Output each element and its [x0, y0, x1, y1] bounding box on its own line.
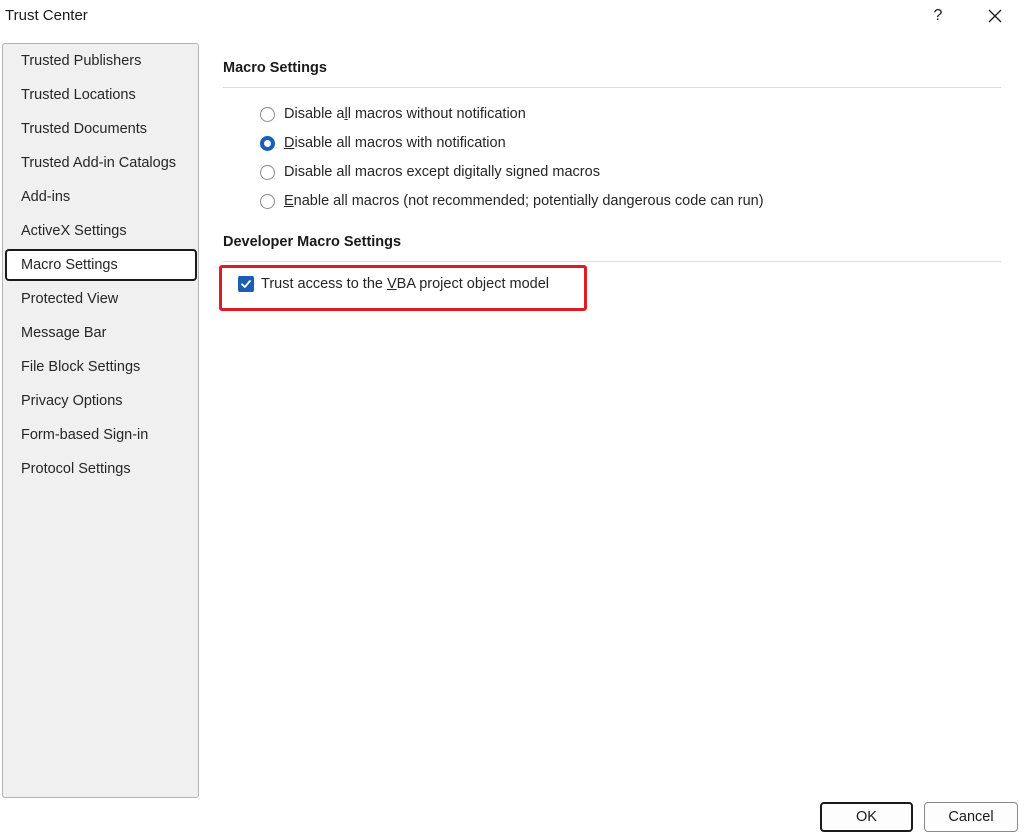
developer-macro-settings-heading: Developer Macro Settings: [223, 234, 402, 250]
checkmark-icon: [241, 280, 251, 288]
section-divider: [223, 261, 1001, 262]
sidebar-item-protocol-settings[interactable]: Protocol Settings: [5, 453, 197, 485]
radio-disable-with-notification[interactable]: Disable all macros with notification: [260, 132, 506, 154]
option-label: Disable all macros without notification: [284, 106, 526, 122]
sidebar-item-protected-view[interactable]: Protected View: [5, 283, 197, 315]
radio-button[interactable]: [260, 193, 275, 209]
sidebar-item-activex-settings[interactable]: ActiveX Settings: [5, 215, 197, 247]
help-button[interactable]: ?: [918, 2, 958, 30]
checkbox[interactable]: [238, 276, 254, 292]
section-divider: [223, 87, 1001, 88]
sidebar-item-add-ins[interactable]: Add-ins: [5, 181, 197, 213]
sidebar-item-form-based-sign-in[interactable]: Form-based Sign-in: [5, 419, 197, 451]
sidebar-item-message-bar[interactable]: Message Bar: [5, 317, 197, 349]
radio-button[interactable]: [260, 106, 275, 122]
ok-button[interactable]: OK: [820, 802, 913, 832]
option-label: Disable all macros with notification: [284, 135, 506, 151]
sidebar-item-file-block-settings[interactable]: File Block Settings: [5, 351, 197, 383]
radio-button-selected[interactable]: [260, 135, 275, 151]
title-bar: Trust Center ?: [0, 0, 1024, 32]
radio-enable-all-macros[interactable]: Enable all macros (not recommended; pote…: [260, 190, 764, 212]
sidebar-item-trusted-publishers[interactable]: Trusted Publishers: [5, 45, 197, 77]
option-label: Disable all macros except digitally sign…: [284, 164, 600, 180]
option-label: Enable all macros (not recommended; pote…: [284, 193, 764, 209]
close-icon: [988, 9, 1002, 23]
sidebar-item-trusted-documents[interactable]: Trusted Documents: [5, 113, 197, 145]
radio-button[interactable]: [260, 164, 275, 180]
sidebar-nav: Trusted Publishers Trusted Locations Tru…: [2, 43, 199, 798]
close-button[interactable]: [975, 2, 1015, 30]
checkbox-trust-vba-project[interactable]: Trust access to the VBA project object m…: [238, 273, 549, 295]
sidebar-item-macro-settings[interactable]: Macro Settings: [5, 249, 197, 281]
cancel-button[interactable]: Cancel: [924, 802, 1018, 832]
sidebar-item-trusted-locations[interactable]: Trusted Locations: [5, 79, 197, 111]
window-title: Trust Center: [5, 7, 88, 24]
settings-panel: Macro Settings Disable all macros withou…: [210, 43, 1010, 783]
radio-disable-except-signed[interactable]: Disable all macros except digitally sign…: [260, 161, 600, 183]
macro-settings-heading: Macro Settings: [223, 60, 327, 76]
sidebar-item-privacy-options[interactable]: Privacy Options: [5, 385, 197, 417]
radio-disable-without-notification[interactable]: Disable all macros without notification: [260, 103, 526, 125]
checkbox-label: Trust access to the VBA project object m…: [261, 276, 549, 292]
trust-center-dialog: Trust Center ? Trusted Publishers Truste…: [0, 0, 1024, 835]
sidebar-item-trusted-add-in-catalogs[interactable]: Trusted Add-in Catalogs: [5, 147, 197, 179]
